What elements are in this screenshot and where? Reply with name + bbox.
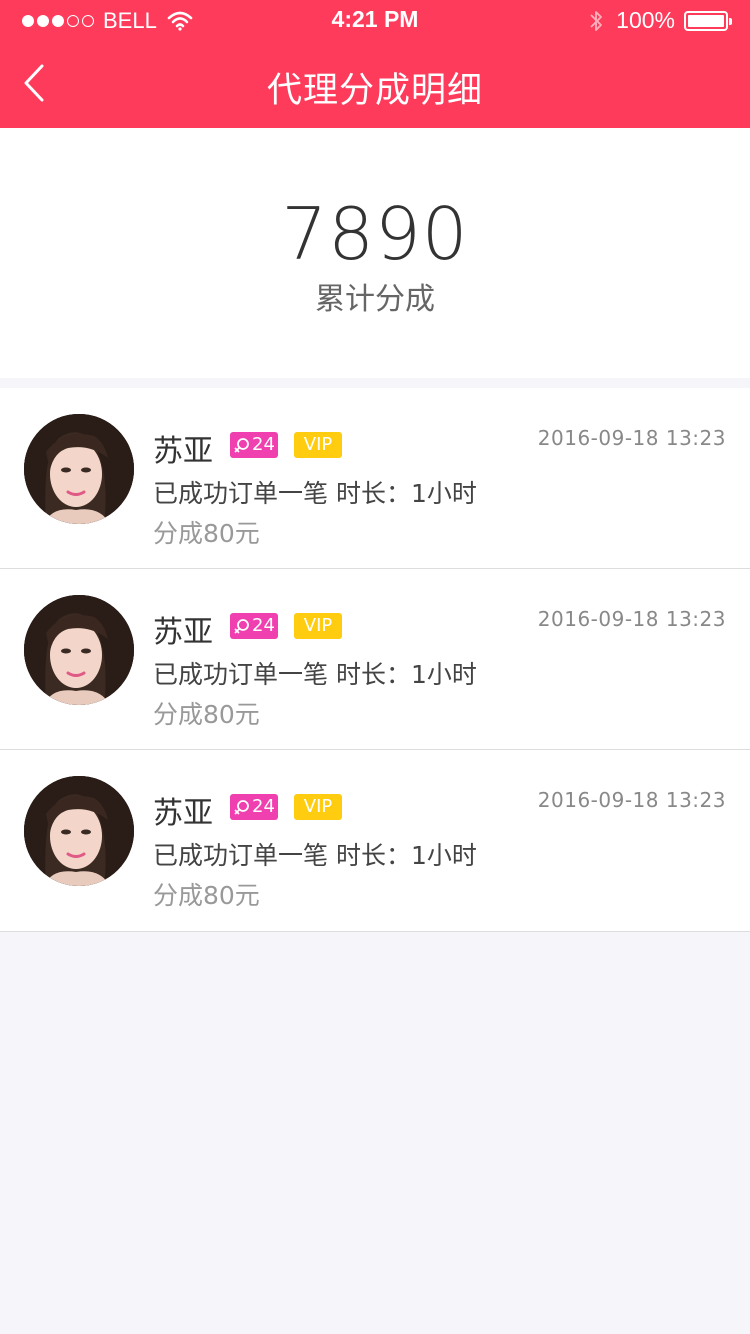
record-description: 已成功订单一笔 时长：1小时 [153, 841, 477, 870]
status-bar: BELL 4:21 PM 100% [0, 0, 750, 40]
record-share: 分成80元 [153, 519, 260, 548]
record-description: 已成功订单一笔 时长：1小时 [153, 479, 477, 508]
age-badge: 24 [230, 432, 278, 458]
record-datetime: 2016-09-18 13:23 [537, 788, 726, 812]
avatar[interactable] [24, 595, 134, 705]
female-icon [234, 619, 249, 634]
vip-badge: VIP [294, 432, 342, 458]
female-icon [234, 800, 249, 815]
header: BELL 4:21 PM 100% 代理分成明细 [0, 0, 750, 128]
status-right: 100% [588, 7, 732, 34]
user-name: 苏亚 [153, 615, 213, 650]
battery-percent: 100% [616, 7, 675, 33]
record-datetime: 2016-09-18 13:23 [537, 607, 726, 631]
age-value: 24 [252, 796, 275, 817]
female-icon [234, 438, 249, 453]
battery-icon [684, 10, 732, 31]
record-share: 分成80元 [153, 700, 260, 729]
age-badge: 24 [230, 794, 278, 820]
avatar[interactable] [24, 776, 134, 886]
user-name: 苏亚 [153, 434, 213, 469]
record-datetime: 2016-09-18 13:23 [537, 426, 726, 450]
vip-badge: VIP [294, 794, 342, 820]
age-value: 24 [252, 615, 275, 636]
total-share-value: 7890 [281, 192, 469, 276]
total-share-label: 累计分成 [315, 282, 435, 317]
vip-badge: VIP [294, 613, 342, 639]
age-badge: 24 [230, 613, 278, 639]
record-row[interactable]: 苏亚 24 VIP 2016-09-18 13:23 已成功订单一笔 时长：1小… [0, 388, 750, 569]
page-title: 代理分成明细 [266, 71, 483, 111]
record-row[interactable]: 苏亚 24 VIP 2016-09-18 13:23 已成功订单一笔 时长：1小… [0, 750, 750, 931]
record-description: 已成功订单一笔 时长：1小时 [153, 660, 477, 689]
record-row[interactable]: 苏亚 24 VIP 2016-09-18 13:23 已成功订单一笔 时长：1小… [0, 569, 750, 750]
record-share: 分成80元 [153, 881, 260, 910]
age-value: 24 [252, 434, 275, 455]
avatar[interactable] [24, 414, 134, 524]
bluetooth-icon [590, 10, 603, 31]
record-list: 苏亚 24 VIP 2016-09-18 13:23 已成功订单一笔 时长：1小… [0, 388, 750, 932]
user-name: 苏亚 [153, 796, 213, 831]
summary-panel: 7890 累计分成 [0, 128, 750, 378]
